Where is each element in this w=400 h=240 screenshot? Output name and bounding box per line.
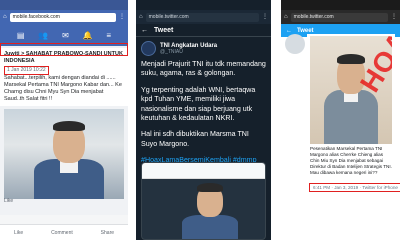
browser-url-bar: ⌂ mobile.twitter.com ⋮: [281, 10, 400, 24]
tweet-header-title: Tweet: [154, 26, 174, 34]
avatar[interactable]: [285, 34, 305, 54]
browser-url-bar: ⌂ mobile.twitter.com ⋮: [136, 10, 271, 24]
separator: [0, 215, 128, 224]
menu-icon[interactable]: ⋮: [391, 13, 397, 22]
tweet-photo[interactable]: HOAX: [310, 36, 392, 144]
officer-photo-figure: [34, 117, 104, 199]
tweet-paragraph: Menjadi Prajurit TNI itu tdk memandang s…: [141, 60, 266, 78]
post-text: Sahabat...terpilih, kami dengan diandai …: [4, 75, 122, 95]
friends-icon[interactable]: 👥: [38, 31, 48, 40]
tweet-paragraph: Hal ini sdh dibuktikan Marsma TNI Suyo M…: [141, 130, 249, 148]
account-handle[interactable]: @_TNIAU: [160, 49, 217, 55]
tweet-media[interactable]: [141, 162, 266, 240]
comment-button[interactable]: Comment: [51, 230, 73, 236]
share-button[interactable]: Share: [101, 230, 114, 236]
media-header: [142, 163, 265, 179]
tweet-text: Pesenatikan Marsekal Pertama TNI Margono…: [310, 146, 392, 175]
url-field[interactable]: mobile.twitter.com: [290, 12, 388, 22]
more-icon[interactable]: ≡: [106, 31, 111, 40]
status-bar: [136, 0, 271, 10]
facebook-screenshot-panel: ⌂ mobile.facebook.com ⋮ ▤ 👥 ✉ 🔔 ≡ Juwiti…: [0, 0, 128, 240]
back-arrow-icon[interactable]: ←: [141, 27, 148, 34]
like-count[interactable]: Like: [4, 198, 13, 204]
tweet-author: TNI Angkatan Udara @_TNIAU: [136, 37, 271, 60]
post-photo[interactable]: [4, 109, 124, 199]
url-field[interactable]: mobile.facebook.com: [9, 12, 116, 22]
status-bar: [281, 0, 400, 10]
post-date-highlighted: 1 Jan 2019 10:22: [4, 66, 49, 75]
highlight-frame: [0, 43, 128, 56]
tweet-card: HOAX Pesenatikan Marsekal Pertama TNI Ma…: [307, 34, 400, 234]
facebook-post: Juwiti > SAHABAT PRABOWO-SANDI UNTUK IND…: [0, 48, 128, 106]
status-bar: [0, 0, 128, 10]
home-icon[interactable]: ⌂: [3, 13, 7, 22]
post-action-bar: Like Comment Share: [0, 224, 128, 240]
avatar[interactable]: [141, 41, 156, 56]
tweet-date-highlighted: 6:41 PM · Jan 3, 2019 · Twitter for iPho…: [309, 183, 400, 192]
notifications-icon[interactable]: 🔔: [83, 31, 93, 40]
post-hashtag-line: Saud..th Salat fitri !!: [4, 96, 52, 102]
menu-icon[interactable]: ⋮: [119, 13, 125, 22]
url-field[interactable]: mobile.twitter.com: [145, 12, 259, 22]
home-icon[interactable]: ⌂: [139, 13, 143, 22]
messages-icon[interactable]: ✉: [62, 31, 69, 40]
home-icon[interactable]: ⌂: [284, 13, 288, 22]
like-button[interactable]: Like: [14, 230, 23, 236]
menu-icon[interactable]: ⋮: [262, 13, 268, 22]
tweet-body: Menjadi Prajurit TNI itu tdk memandang s…: [136, 60, 271, 166]
news-feed-icon[interactable]: ▤: [17, 31, 25, 40]
account-name[interactable]: TNI Angkatan Udara: [160, 43, 217, 49]
twitter-light-panel: ⌂ mobile.twitter.com ⋮ ← Tweet HOAX Pese…: [281, 0, 400, 240]
browser-url-bar: ⌂ mobile.facebook.com ⋮: [0, 10, 128, 24]
tweet-header-title: Tweet: [297, 27, 314, 34]
back-arrow-icon[interactable]: ←: [286, 28, 292, 34]
tweet-paragraph: Yg terpenting adalah WNI, bertaqwa kpd T…: [141, 85, 256, 123]
tweet-header: ← Tweet: [136, 24, 271, 37]
officer-photo-figure: [182, 181, 238, 239]
twitter-dark-panel: ⌂ mobile.twitter.com ⋮ ← Tweet TNI Angka…: [136, 0, 271, 240]
